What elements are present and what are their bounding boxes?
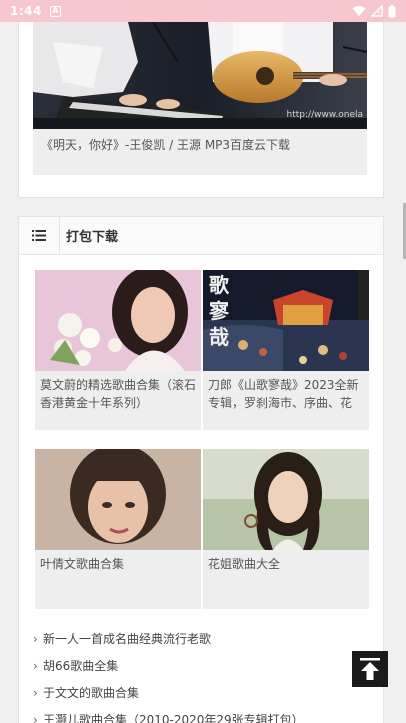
- status-bar: 1:44 A: [0, 0, 406, 22]
- album-title: 叶倩文歌曲合集: [40, 557, 125, 571]
- list-item[interactable]: › 王灏儿歌曲合集（2010-2020年29张专辑打包）: [33, 706, 373, 723]
- wifi-icon: [352, 6, 366, 16]
- list-icon: [32, 230, 46, 241]
- link-list: › 新一人一首成名曲经典流行老歌 › 胡66歌曲全集 › 于文文的歌曲合集 › …: [33, 625, 373, 723]
- chevron-right-icon: ›: [33, 658, 38, 673]
- chevron-right-icon: ›: [33, 685, 38, 700]
- album-tile[interactable]: 花姐歌曲大全: [203, 449, 369, 609]
- album-art-text: 歌寥哉: [209, 273, 229, 349]
- album-tile[interactable]: 歌寥哉 刀郎《山歌寥哉》2023全新专辑，罗刹海市、序曲、花: [203, 270, 369, 430]
- album-title: 花姐歌曲大全: [208, 557, 281, 571]
- album-cover: [203, 449, 369, 550]
- video-thumbnail[interactable]: http://www.onela: [33, 22, 367, 129]
- list-item[interactable]: › 于文文的歌曲合集: [33, 679, 373, 706]
- album-tile[interactable]: 叶倩文歌曲合集: [35, 449, 201, 609]
- chevron-right-icon: ›: [33, 712, 38, 723]
- battery-icon: [388, 4, 396, 17]
- back-to-top-button[interactable]: [352, 651, 388, 687]
- list-item-label: 王灏儿歌曲合集（2010-2020年29张专辑打包）: [43, 713, 304, 723]
- bundle-download-card: 打包下载 莫文蔚的精选歌曲合集（滚石香港黄金十年系列） 歌寥哉 刀郎《山歌寥哉》…: [18, 216, 384, 723]
- list-item-label: 胡66歌曲全集: [43, 659, 119, 673]
- list-item[interactable]: › 新一人一首成名曲经典流行老歌: [33, 625, 373, 652]
- chevron-right-icon: ›: [33, 631, 38, 646]
- video-caption[interactable]: 《明天，你好》-王俊凯 / 王源 MP3百度云下载: [33, 129, 367, 175]
- album-tile[interactable]: 莫文蔚的精选歌曲合集（滚石香港黄金十年系列）: [35, 270, 201, 430]
- video-card: http://www.onela 《明天，你好》-王俊凯 / 王源 MP3百度云…: [18, 22, 384, 198]
- list-icon-box[interactable]: [19, 216, 60, 255]
- arrow-up-icon: [360, 658, 380, 680]
- status-time: 1:44: [10, 4, 42, 18]
- notification-a-icon: A: [49, 5, 61, 17]
- list-item-label: 新一人一首成名曲经典流行老歌: [43, 632, 212, 646]
- album-cover: [35, 449, 201, 550]
- video-watermark: http://www.onela: [286, 110, 363, 120]
- list-item-label: 于文文的歌曲合集: [43, 686, 140, 700]
- section-title: 打包下载: [66, 230, 119, 245]
- album-title: 莫文蔚的精选歌曲合集（滚石香港黄金十年系列）: [40, 378, 197, 410]
- album-cover: 歌寥哉: [203, 270, 369, 371]
- section-header: 打包下载: [19, 216, 383, 255]
- no-signal-icon: [371, 5, 383, 17]
- album-title: 刀郎《山歌寥哉》2023全新专辑，罗刹海市、序曲、花: [208, 378, 359, 410]
- list-item[interactable]: › 胡66歌曲全集: [33, 652, 373, 679]
- album-cover: [35, 270, 201, 371]
